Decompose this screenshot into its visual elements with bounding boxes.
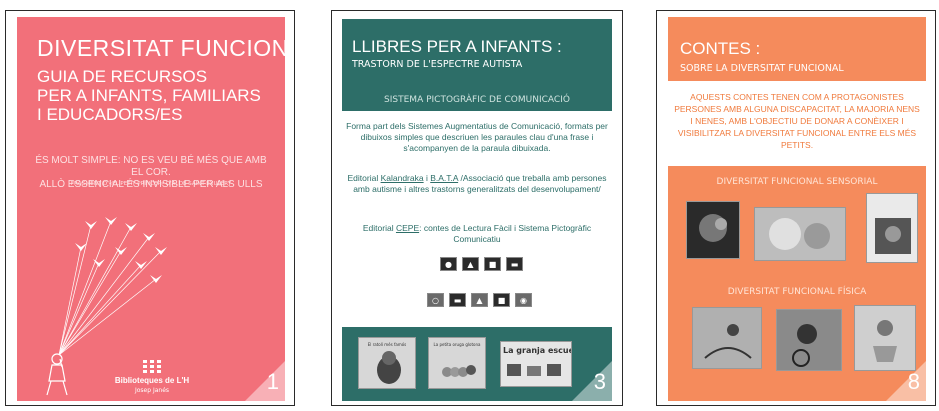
story-illustration-icon: [875, 218, 911, 254]
story-illustration-icon: [704, 324, 752, 359]
page-corner: [572, 361, 612, 401]
story-illustration-icon: [699, 214, 727, 242]
cover-title: DIVERSITAT FUNCIONAL: [37, 35, 285, 61]
pictogram-row: ○ ▬ ▲ ■ ◉: [427, 293, 532, 307]
book-cover: El ratolí més famós: [358, 337, 416, 389]
stories-subtitle: SOBRE LA DIVERSITAT FUNCIONAL: [680, 63, 844, 74]
pictogram-icon: ■: [493, 293, 510, 307]
editorial-kalandraka: Editorial Kalandraka i B.A.T.A /Associac…: [346, 173, 608, 195]
cover-subtitle: GUIA DE RECURSOS PER A INFANTS, FAMILIAR…: [37, 67, 261, 124]
caterpillar-illustration-icon: [442, 365, 476, 377]
pictogram-icon: ○: [427, 293, 444, 307]
editorial-cepe: Editorial CEPE: contes de Lectura Fàcil …: [346, 223, 608, 245]
library-logo-icon: [143, 360, 161, 373]
page-autism-books: LLIBRES PER A INFANTS : TRASTORN DE L'ES…: [331, 10, 623, 406]
pictogram-icon: ▲: [471, 293, 488, 307]
autism-header: LLIBRES PER A INFANTS : TRASTORN DE L'ES…: [342, 19, 612, 111]
pictogram-icon: ●: [440, 257, 457, 271]
book-cover: [686, 201, 740, 259]
cover-panel: DIVERSITAT FUNCIONAL GUIA DE RECURSOS PE…: [17, 17, 285, 401]
cover-subtitle-line: GUIA DE RECURSOS: [37, 67, 208, 86]
cover-quote-author: FRAGMENT D'«EL PETIT PRÍNCEP» D'A. DE SA…: [70, 181, 232, 187]
pictogram-icon: ◉: [515, 293, 532, 307]
page-number: 1: [266, 369, 279, 394]
cover-subtitle-line: I EDUCADORS/ES: [37, 105, 183, 124]
aac-description: Forma part dels Sistemes Augmentatius de…: [346, 121, 608, 153]
page-number: 3: [593, 369, 606, 394]
section-sensorial-heading: DIVERSITAT FUNCIONAL SENSORIAL: [716, 177, 878, 187]
editorial-description: : contes de Lectura Fàcil i Sistema Pict…: [419, 223, 592, 244]
page-corner: [886, 361, 926, 401]
mouse-illustration-icon: [377, 351, 401, 384]
stories-title: CONTES :: [680, 39, 761, 58]
editorial-prefix: Editorial: [347, 173, 381, 183]
stories-panel: CONTES : SOBRE LA DIVERSITAT FUNCIONAL A…: [668, 17, 926, 401]
library-branch: Josep Janés: [134, 387, 170, 394]
autism-subtitle: TRASTORN DE L'ESPECTRE AUTISTA: [352, 59, 523, 70]
book-cover: [866, 193, 918, 263]
book-cover: [754, 207, 846, 261]
pictogram-icon: ▲: [462, 257, 479, 271]
bata-link[interactable]: B.A.T.A: [430, 173, 458, 183]
pictogram-icon: ▬: [449, 293, 466, 307]
editorial-prefix: Editorial: [362, 223, 396, 233]
stories-description-box: AQUESTS CONTES TENEN COM A PROTAGONISTES…: [668, 81, 926, 166]
page-cover: DIVERSITAT FUNCIONAL GUIA DE RECURSOS PE…: [5, 10, 295, 406]
book-cover: La petita oruga glotona: [428, 337, 486, 389]
kalandraka-link[interactable]: Kalandraka: [381, 173, 424, 183]
autism-books-panel: El ratolí més famós La petita oruga glot…: [342, 327, 612, 401]
autism-title: LLIBRES PER A INFANTS :: [352, 37, 562, 56]
pictogram-icon: ■: [484, 257, 501, 271]
page-stories: CONTES : SOBRE LA DIVERSITAT FUNCIONAL A…: [656, 10, 936, 406]
book-cover: [776, 309, 842, 371]
little-prince-birds-illustration: [46, 217, 167, 396]
cover-subtitle-line: PER A INFANTS, FAMILIARS: [37, 86, 261, 105]
stories-description: AQUESTS CONTES TENEN COM A PROTAGONISTES…: [674, 92, 920, 150]
farm-illustration-icon: [507, 364, 561, 376]
page-corner: [245, 361, 285, 401]
cover-quote-line: ÉS MOLT SIMPLE: NO ES VEU BÉ MÉS QUE AMB…: [35, 155, 267, 178]
pictogram-icon: ▬: [506, 257, 523, 271]
pictogram-row: ● ▲ ■ ▬: [440, 257, 523, 271]
cepe-link[interactable]: CEPE: [396, 223, 419, 233]
page-number: 8: [907, 369, 920, 394]
section-physical-heading: DIVERSITAT FUNCIONAL FÍSICA: [727, 287, 867, 297]
story-illustration-icon: [792, 324, 817, 367]
book-cover: [692, 307, 762, 369]
library-name: Biblioteques de L'H: [114, 376, 190, 385]
book-cover: La granja escuela: [500, 341, 572, 387]
story-illustration-icon: [769, 218, 830, 250]
pictographic-system-label: SISTEMA PICTOGRÀFIC DE COMUNICACIÓ: [384, 95, 570, 105]
